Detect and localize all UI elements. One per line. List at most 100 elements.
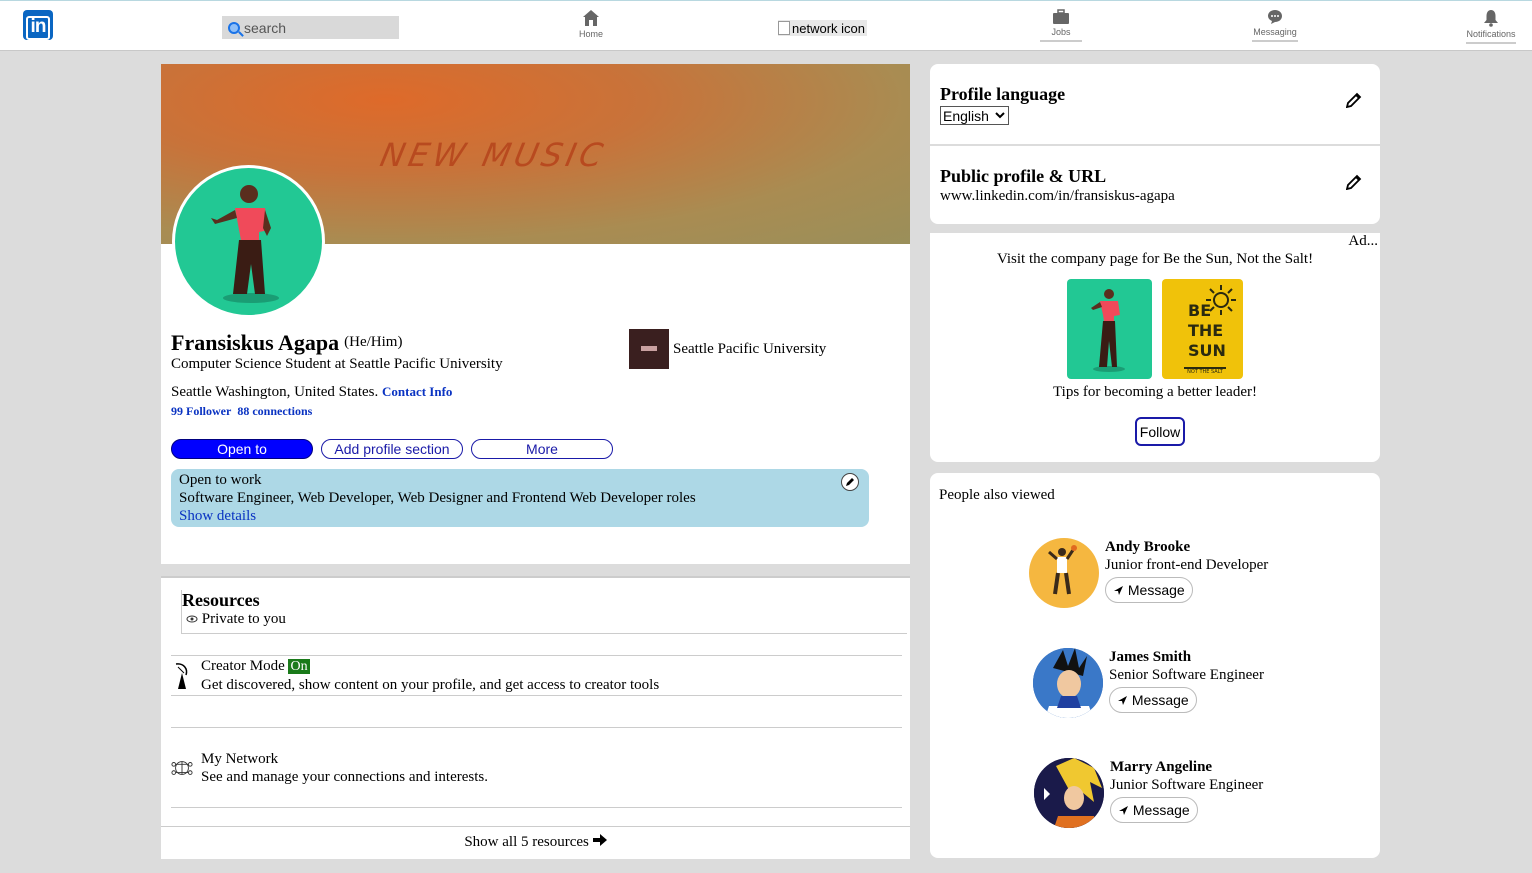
edit-url-button[interactable] [1345,174,1362,195]
message-button[interactable]: Message [1110,797,1198,823]
nav-home[interactable]: Home [576,9,606,39]
ad-card: Ad... Visit the company page for Be the … [930,233,1380,462]
nav-messaging-label: Messaging [1253,27,1297,37]
avatar-figure-icon [211,185,279,303]
nav-network[interactable]: network icon [778,20,867,36]
message-button[interactable]: Message [1105,577,1193,603]
avatar-figure-icon [1091,289,1125,372]
top-navbar: in search Home network icon Jobs Messagi… [0,0,1532,51]
open-to-work-roles: Software Engineer, Web Developer, Web De… [179,490,696,506]
profile-location-row: Seattle Washington, United States. Conta… [171,384,452,401]
people-also-viewed-card: People also viewed Andy Brooke Junior fr… [930,473,1380,858]
profile-location: Seattle Washington, United States. [171,384,379,400]
show-all-resources-link[interactable]: Show all 5 resources [161,826,910,861]
person-name[interactable]: Andy Brooke [1105,538,1268,556]
linkedin-logo[interactable]: in [23,10,53,40]
open-to-work-box: Open to work Software Engineer, Web Deve… [171,469,869,527]
public-profile-card: Public profile & URL www.linkedin.com/in… [930,146,1380,224]
broken-image-icon [778,21,790,35]
send-icon [1114,585,1123,595]
creator-mode-on-badge: On [288,659,310,674]
creator-mode-title: Creator Mode [201,658,285,674]
edit-language-button[interactable] [1345,92,1362,113]
school-link[interactable]: Seattle Pacific University [629,329,826,369]
creator-mode-row: Creator Mode On [201,657,659,676]
logo-line-the: THE [1188,321,1224,340]
anime-character-icon [1034,758,1104,828]
creator-mode-desc: Get discovered, show content on your pro… [201,677,660,693]
logo-line-be: BE [1188,301,1212,320]
briefcase-icon [1053,9,1069,24]
be-the-sun-logo: BE THE SUN NOT THE SALT [1162,279,1243,379]
more-button[interactable]: More [471,439,613,459]
logo-line-sun: SUN [1188,341,1226,360]
profile-pronouns: (He/Him) [344,334,403,350]
ad-images: BE THE SUN NOT THE SALT [1067,279,1243,379]
nav-notifications-label: Notifications [1466,29,1516,39]
follow-button[interactable]: Follow [1135,417,1185,446]
edit-open-to-work-button[interactable] [841,473,859,491]
language-select[interactable]: English [940,106,1009,125]
ad-label: Ad... [1348,233,1378,249]
search-placeholder: search [244,19,287,36]
message-button[interactable]: Message [1109,687,1197,713]
ad-text: Visit the company page for Be the Sun, N… [996,251,1314,267]
arrow-right-icon [592,834,607,846]
add-profile-section-button[interactable]: Add profile section [321,439,463,459]
school-name: Seattle Pacific University [673,340,827,357]
resources-privacy-text: Private to you [201,611,286,627]
nav-home-label: Home [578,29,603,39]
satellite-dish-icon [175,662,188,689]
my-network-title: My Network [201,750,279,767]
show-all-resources-text: Show all 5 resources [464,834,589,850]
person-role: Junior front-end Developer [1105,557,1269,573]
profile-name-row: Fransiskus Agapa (He/Him) [171,330,402,356]
profile-headline: Computer Science Student at Seattle Paci… [171,356,503,372]
pencil-icon [1345,92,1362,109]
basketball-player-icon [1048,545,1077,595]
avatar[interactable] [1029,538,1099,608]
nav-network-alt: network icon [792,20,865,36]
nav-jobs[interactable]: Jobs [1040,9,1082,42]
person-role: Junior Software Engineer [1110,777,1264,793]
anime-character-icon [1033,648,1103,718]
person-card: James Smith Senior Software Engineer Mes… [1033,648,1264,718]
nav-notifications[interactable]: Notifications [1466,9,1516,44]
chat-icon [1268,10,1282,24]
resource-my-network[interactable]: My Network See and manage your connectio… [171,727,902,808]
profile-actions: Open to Add profile section More [171,439,613,459]
resources-card: Resources Private to you Creator Mode On… [161,576,910,859]
network-icon [171,760,193,775]
avatar[interactable] [1033,648,1103,718]
person-name[interactable]: Marry Angeline [1110,758,1263,776]
followers-link[interactable]: 99 Follower [171,404,231,418]
avatar[interactable] [1034,758,1104,828]
open-to-work-title: Open to work [179,472,262,488]
message-label: Message [1132,802,1190,818]
person-role: Senior Software Engineer [1109,667,1264,683]
send-icon [1119,805,1128,815]
person-card: Andy Brooke Junior front-end Developer M… [1029,538,1268,608]
search-icon [228,21,240,34]
resources-header: Resources Private to you [181,590,907,634]
public-profile-url[interactable]: www.linkedin.com/in/fransiskus-agapa [940,188,1175,205]
send-icon [1118,695,1127,705]
pencil-icon [1345,174,1362,191]
connections-link[interactable]: 88 connections [237,404,312,418]
resources-privacy: Private to you [186,611,907,628]
contact-info-link[interactable]: Contact Info [382,384,452,399]
language-selected: English [943,107,989,124]
show-details-link[interactable]: Show details [179,507,861,525]
ad-tagline: Tips for becoming a better leader! [1053,384,1257,400]
profile-stats: 99 Follower 88 connections [171,404,312,419]
pencil-icon [846,478,854,486]
person-name[interactable]: James Smith [1109,648,1264,666]
profile-avatar[interactable] [172,165,325,318]
chevron-down-icon [995,112,1005,119]
person-card: Marry Angeline Junior Software Engineer … [1034,758,1263,828]
search-input[interactable]: search [222,16,399,39]
nav-messaging[interactable]: Messaging [1252,9,1298,42]
message-label: Message [1127,582,1185,598]
open-to-button[interactable]: Open to [171,439,313,459]
resource-creator-mode[interactable]: Creator Mode On Get discovered, show con… [171,655,902,696]
